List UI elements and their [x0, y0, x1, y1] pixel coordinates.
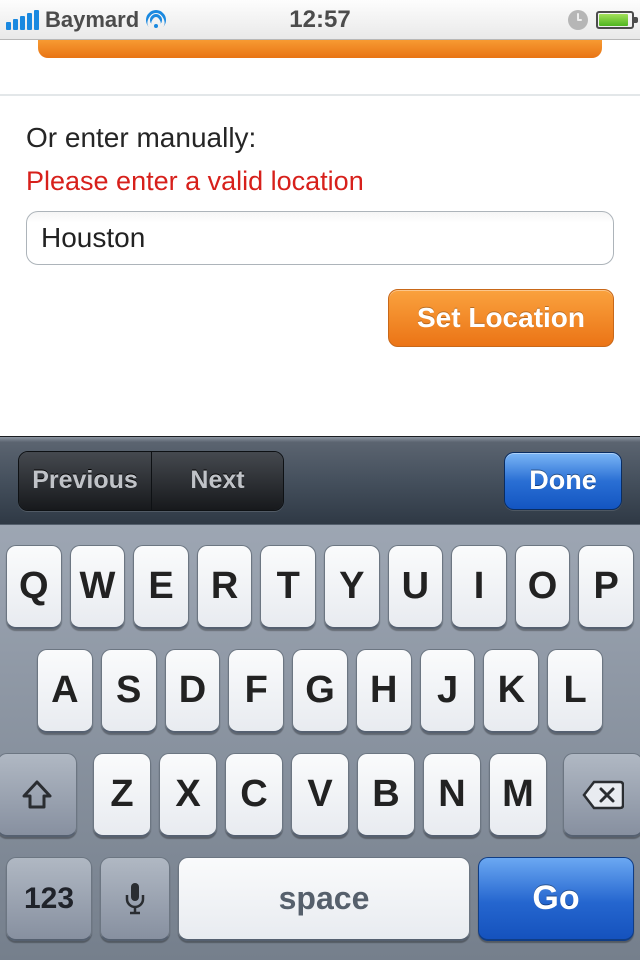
key-i[interactable]: I — [451, 545, 507, 629]
key-m[interactable]: M — [489, 753, 547, 837]
prev-next-segment: Previous Next — [18, 451, 284, 511]
go-key[interactable]: Go — [478, 857, 634, 941]
key-n[interactable]: N — [423, 753, 481, 837]
space-key[interactable]: space — [178, 857, 470, 941]
status-right — [425, 10, 634, 30]
form-assistant-bar: Previous Next Done — [0, 436, 640, 524]
key-v[interactable]: V — [291, 753, 349, 837]
microphone-icon — [123, 881, 147, 917]
previous-button[interactable]: Previous — [19, 452, 151, 510]
battery-icon — [596, 11, 634, 29]
carrier-label: Baymard — [45, 7, 139, 33]
key-f[interactable]: F — [228, 649, 284, 733]
numeric-key[interactable]: 123 — [6, 857, 92, 941]
shift-icon — [20, 778, 54, 812]
top-banner-edge — [38, 40, 602, 58]
keyboard-row-1: QWERTYUIOP — [6, 545, 634, 629]
next-button[interactable]: Next — [151, 452, 283, 510]
key-b[interactable]: B — [357, 753, 415, 837]
keyboard: QWERTYUIOP ASDFGHJKL ZXCVBNM 123 space G… — [0, 524, 640, 960]
key-z[interactable]: Z — [93, 753, 151, 837]
key-k[interactable]: K — [483, 649, 539, 733]
key-g[interactable]: G — [292, 649, 348, 733]
key-u[interactable]: U — [388, 545, 444, 629]
backspace-key[interactable] — [563, 753, 640, 837]
key-j[interactable]: J — [420, 649, 476, 733]
keyboard-row-2: ASDFGHJKL — [6, 649, 634, 733]
key-p[interactable]: P — [578, 545, 634, 629]
status-bar: Baymard 12:57 — [0, 0, 640, 40]
done-button[interactable]: Done — [504, 452, 622, 510]
set-location-button[interactable]: Set Location — [388, 289, 614, 347]
key-q[interactable]: Q — [6, 545, 62, 629]
clock-icon — [568, 10, 588, 30]
dictation-key[interactable] — [100, 857, 170, 941]
backspace-icon — [582, 780, 624, 810]
key-h[interactable]: H — [356, 649, 412, 733]
key-x[interactable]: X — [159, 753, 217, 837]
error-message: Please enter a valid location — [26, 166, 614, 197]
page-content: Or enter manually: Please enter a valid … — [0, 40, 640, 373]
key-d[interactable]: D — [165, 649, 221, 733]
key-w[interactable]: W — [70, 545, 126, 629]
key-t[interactable]: T — [260, 545, 316, 629]
key-o[interactable]: O — [515, 545, 571, 629]
wifi-icon — [145, 9, 167, 31]
key-a[interactable]: A — [37, 649, 93, 733]
button-row: Set Location — [26, 289, 614, 347]
key-c[interactable]: C — [225, 753, 283, 837]
key-e[interactable]: E — [133, 545, 189, 629]
key-l[interactable]: L — [547, 649, 603, 733]
key-r[interactable]: R — [197, 545, 253, 629]
status-left: Baymard — [6, 7, 215, 33]
clock-time: 12:57 — [215, 6, 424, 34]
signal-icon — [6, 10, 39, 30]
shift-key[interactable] — [0, 753, 77, 837]
key-y[interactable]: Y — [324, 545, 380, 629]
manual-location-section: Or enter manually: Please enter a valid … — [0, 94, 640, 373]
keyboard-row-3: ZXCVBNM — [6, 753, 634, 837]
key-s[interactable]: S — [101, 649, 157, 733]
section-label: Or enter manually: — [26, 122, 614, 154]
keyboard-row-4: 123 space Go — [6, 857, 634, 941]
location-input[interactable] — [26, 211, 614, 265]
